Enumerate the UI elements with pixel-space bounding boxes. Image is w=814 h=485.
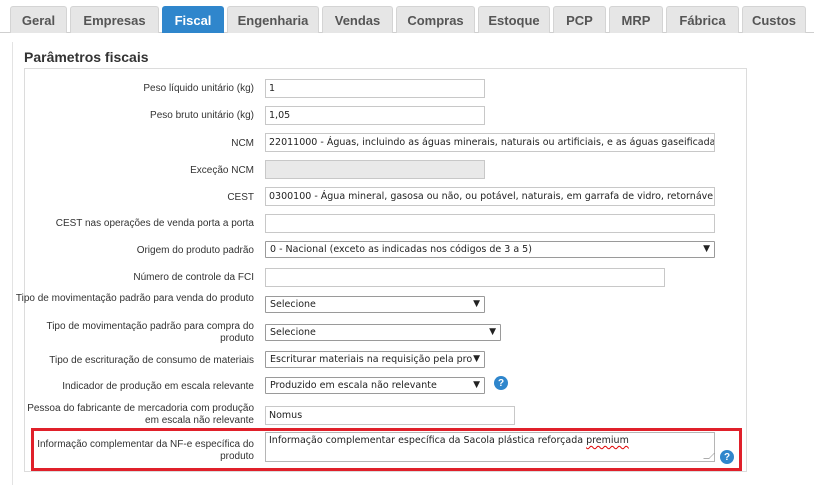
tab-pcp[interactable]: PCP	[553, 6, 606, 33]
highlight-annotation	[31, 428, 742, 471]
peso-bruto-label: Peso bruto unitário (kg)	[150, 110, 254, 121]
chevron-down-icon: ▼	[703, 244, 710, 254]
fabricante-input[interactable]: Nomus	[265, 406, 515, 425]
tab-bar: Geral Empresas Fiscal Engenharia Vendas …	[0, 0, 814, 33]
cest-label: CEST	[227, 192, 254, 203]
tab-estoque[interactable]: Estoque	[478, 6, 550, 33]
mov-compra-select[interactable]: Selecione ▼	[265, 324, 501, 341]
peso-liquido-label: Peso líquido unitário (kg)	[143, 83, 254, 94]
origem-value: 0 - Nacional (exceto as indicadas nos có…	[270, 244, 532, 255]
peso-bruto-input[interactable]: 1,05	[265, 106, 485, 125]
tab-fiscal[interactable]: Fiscal	[162, 6, 224, 33]
mov-compra-value: Selecione	[270, 327, 316, 338]
content-border	[12, 42, 13, 485]
chevron-down-icon: ▼	[473, 354, 480, 364]
cest-input[interactable]: 0300100 - Água mineral, gasosa ou não, o…	[265, 187, 715, 206]
mov-compra-label: Tipo de movimentação padrão para compra …	[46, 321, 254, 344]
tab-vendas[interactable]: Vendas	[322, 6, 393, 33]
ncm-input[interactable]: 22011000 - Águas, incluindo as águas min…	[265, 133, 715, 152]
excecao-ncm-input	[265, 160, 485, 179]
escrituracao-select[interactable]: Escriturar materiais na requisição pela …	[265, 351, 485, 368]
tab-mrp[interactable]: MRP	[609, 6, 663, 33]
escrituracao-label: Tipo de escrituração de consumo de mater…	[49, 355, 254, 366]
producao-escala-value: Produzido em escala não relevante	[270, 380, 437, 391]
chevron-down-icon: ▼	[489, 327, 496, 337]
chevron-down-icon: ▼	[473, 380, 480, 390]
producao-escala-select[interactable]: Produzido em escala não relevante ▼	[265, 377, 485, 394]
mov-venda-label: Tipo de movimentação padrão para venda d…	[15, 293, 254, 304]
tab-compras[interactable]: Compras	[396, 6, 475, 33]
section-title: Parâmetros fiscais	[24, 49, 149, 65]
excecao-ncm-label: Exceção NCM	[190, 165, 254, 176]
fabricante-label: Pessoa do fabricante de mercadoria com p…	[27, 403, 254, 426]
tab-geral[interactable]: Geral	[10, 6, 67, 33]
fci-input[interactable]	[265, 268, 665, 287]
tab-empresas[interactable]: Empresas	[70, 6, 159, 33]
tab-custos[interactable]: Custos	[742, 6, 806, 33]
mov-venda-select[interactable]: Selecione ▼	[265, 296, 485, 313]
producao-escala-label: Indicador de produção em escala relevant…	[62, 381, 254, 392]
tab-fabrica[interactable]: Fábrica	[666, 6, 739, 33]
fci-label: Número de controle da FCI	[133, 272, 254, 283]
cest-porta-input[interactable]	[265, 214, 715, 233]
chevron-down-icon: ▼	[473, 299, 480, 309]
ncm-label: NCM	[231, 138, 254, 149]
help-icon[interactable]: ?	[494, 376, 508, 390]
cest-porta-label: CEST nas operações de venda porta a port…	[55, 218, 254, 229]
mov-venda-value: Selecione	[270, 299, 316, 310]
origem-label: Origem do produto padrão	[136, 245, 254, 256]
escrituracao-value: Escriturar materiais na requisição pela …	[270, 354, 473, 365]
peso-liquido-input[interactable]: 1	[265, 79, 485, 98]
origem-select[interactable]: 0 - Nacional (exceto as indicadas nos có…	[265, 241, 715, 258]
tab-engenharia[interactable]: Engenharia	[227, 6, 319, 33]
